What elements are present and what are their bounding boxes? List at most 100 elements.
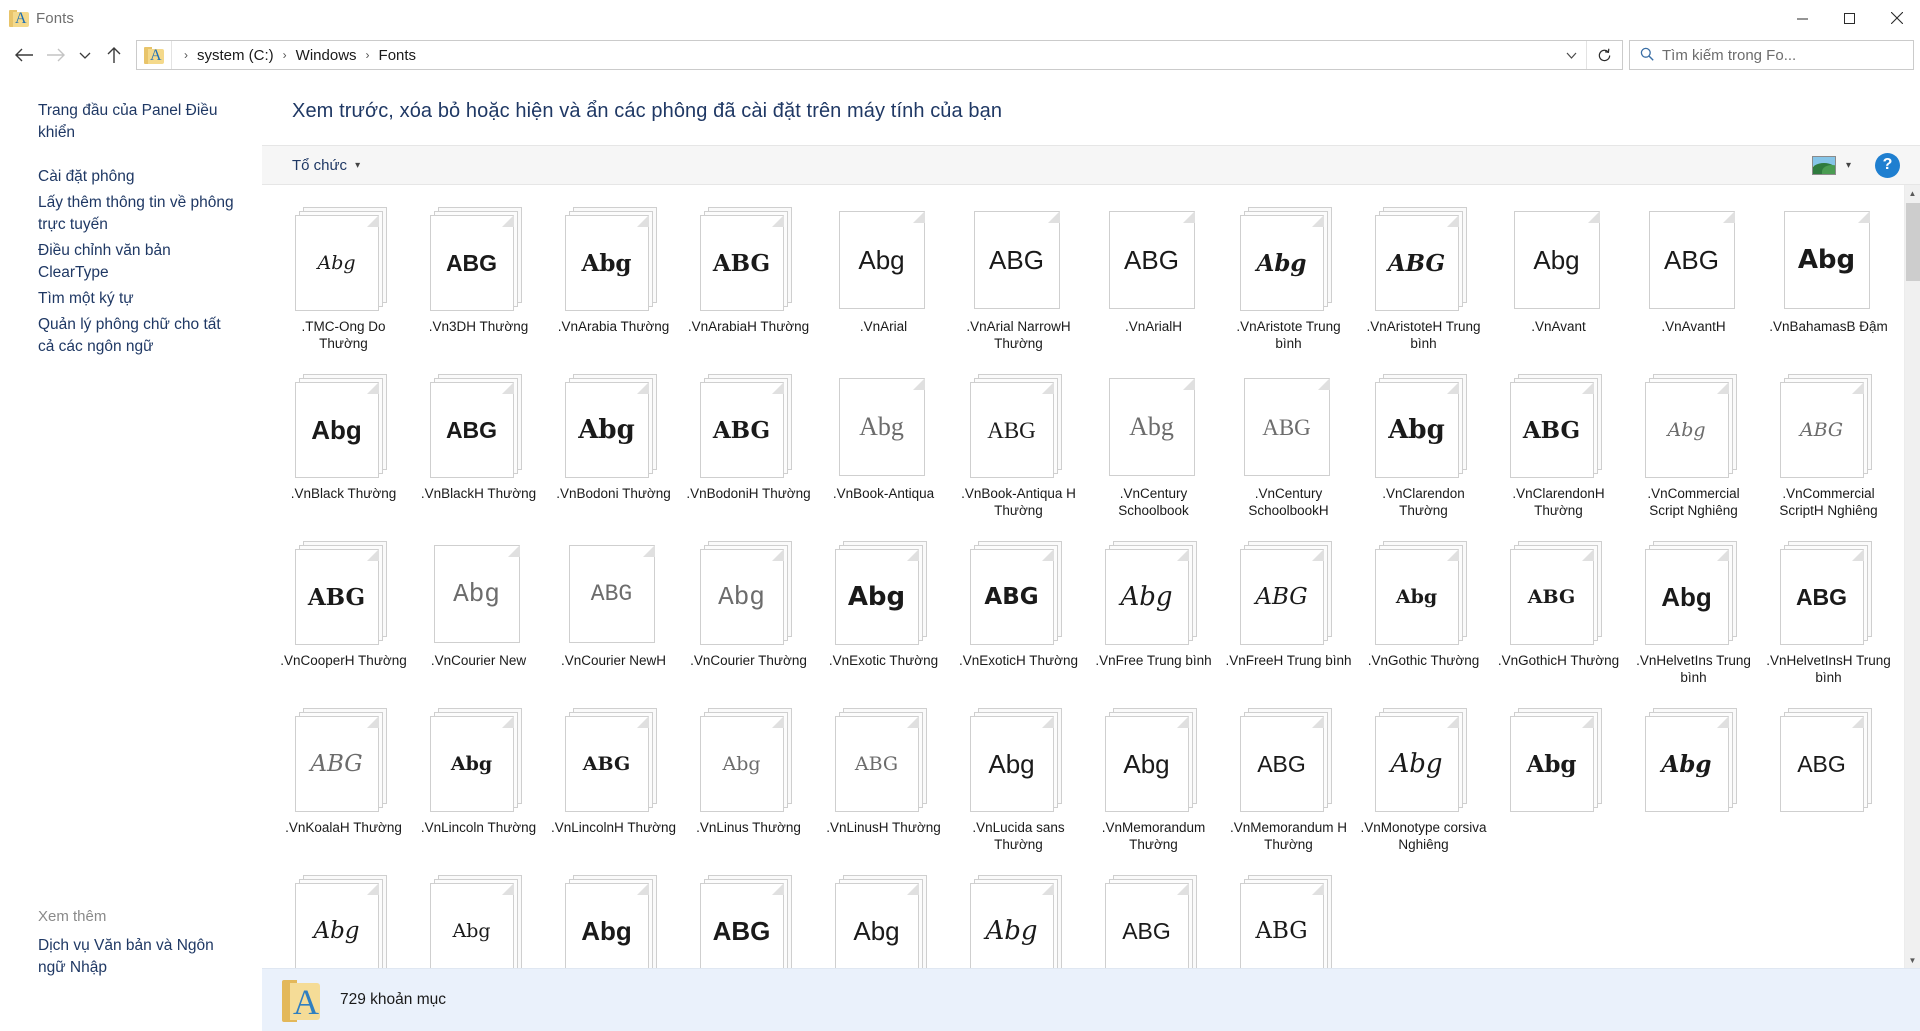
font-tile[interactable]: Abg .VnAvant (1491, 203, 1626, 370)
font-tile[interactable]: Abg .VnCourier Thường (681, 537, 816, 704)
recent-locations-button[interactable] (72, 39, 98, 71)
font-tile[interactable]: Abg .VnBlack Thường (276, 370, 411, 537)
forward-button[interactable] (40, 39, 72, 71)
sidebar-item-adjust-cleartype-text[interactable]: Điều chỉnh văn bản ClearType (0, 238, 250, 286)
font-preview-page-front: Abg (564, 883, 649, 968)
scroll-down-arrow[interactable]: ▼ (1905, 952, 1920, 968)
scroll-up-arrow[interactable]: ▲ (1905, 185, 1920, 201)
font-tile[interactable]: ABG (1761, 704, 1896, 871)
font-tile[interactable]: ABG .VnBook-Antiqua H Thường (951, 370, 1086, 537)
minimize-button[interactable] (1779, 0, 1826, 36)
sidebar-item-manage-fonts-all-languages[interactable]: Quản lý phông chữ cho tất cả các ngôn ng… (0, 312, 250, 360)
font-tile[interactable]: Abg .VnArabia Thường (546, 203, 681, 370)
font-preview-page-front: ABG (1374, 215, 1459, 311)
back-button[interactable] (8, 39, 40, 71)
breadcrumb-item-2[interactable]: Fonts (374, 45, 422, 66)
font-tile[interactable]: Abg .VnHelvetIns Trung bình (1626, 537, 1761, 704)
address-bar[interactable]: A › system (C:) › Windows › Fonts (136, 40, 1623, 70)
font-tile[interactable]: Abg .VnGothic Thường (1356, 537, 1491, 704)
up-button[interactable] (98, 39, 130, 71)
search-box[interactable]: Tìm kiếm trong Fo... (1629, 40, 1914, 70)
font-tile[interactable]: ABG .VnClarendonH Thường (1491, 370, 1626, 537)
font-tile[interactable]: Abg .VnCourier New (411, 537, 546, 704)
refresh-button[interactable] (1586, 41, 1622, 69)
font-tile[interactable]: Abg .VnFree Trung bình (1086, 537, 1221, 704)
font-sample-text: Abg (1395, 585, 1438, 608)
font-tile[interactable]: ABG .VnLinusH Thường (816, 704, 951, 871)
font-tile[interactable]: Abg .VnArial (816, 203, 951, 370)
scrollbar-thumb[interactable] (1906, 203, 1920, 281)
font-tile[interactable]: Abg (951, 871, 1086, 968)
font-tile[interactable]: ABG (1221, 871, 1356, 968)
vertical-scrollbar[interactable]: ▲ ▼ (1904, 185, 1920, 968)
font-tile[interactable]: Abg .VnLincoln Thường (411, 704, 546, 871)
breadcrumb-item-0[interactable]: system (C:) (192, 45, 279, 66)
sidebar-item-get-more-fonts-online[interactable]: Lấy thêm thông tin về phông trực tuyến (0, 190, 250, 238)
font-tile[interactable]: ABG .VnMemorandum H Thường (1221, 704, 1356, 871)
font-tile[interactable]: Abg .VnExotic Thường (816, 537, 951, 704)
font-tile[interactable]: ABG .VnArabiaH Thường (681, 203, 816, 370)
font-preview: ABG (429, 207, 528, 311)
help-button[interactable]: ? (1875, 152, 1900, 178)
font-tile[interactable]: Abg .VnLucida sans Thường (951, 704, 1086, 871)
font-tile[interactable]: ABG .VnArialH (1086, 203, 1221, 370)
font-tile[interactable]: ABG (1086, 871, 1221, 968)
sidebar-item-font-settings[interactable]: Cài đặt phông (0, 164, 250, 190)
font-tile[interactable]: ABG .VnCentury SchoolbookH (1221, 370, 1356, 537)
search-input[interactable]: Tìm kiếm trong Fo... (1662, 47, 1796, 64)
sidebar: Trang đầu của Panel Điều khiển Cài đặt p… (0, 74, 262, 1031)
font-tile[interactable]: Abg .VnCentury Schoolbook (1086, 370, 1221, 537)
font-tile[interactable]: Abg .VnClarendon Thường (1356, 370, 1491, 537)
font-tile[interactable]: Abg .VnMemorandum Thường (1086, 704, 1221, 871)
sidebar-item-text-services-input-languages[interactable]: Dịch vụ Văn bản và Ngôn ngữ Nhập (0, 933, 250, 981)
font-tile[interactable]: ABG .VnFreeH Trung bình (1221, 537, 1356, 704)
font-tile[interactable]: ABG .Vn3DH Thường (411, 203, 546, 370)
font-tile[interactable]: Abg .VnCommercial Script Nghiêng (1626, 370, 1761, 537)
font-tile[interactable]: Abg (546, 871, 681, 968)
font-preview-page-front: ABG (1239, 549, 1324, 645)
font-tile[interactable]: ABG .VnKoalaH Thường (276, 704, 411, 871)
view-layout-icon[interactable] (1811, 155, 1836, 175)
font-tile[interactable]: ABG .VnLincolnH Thường (546, 704, 681, 871)
breadcrumb-separator-2[interactable]: › (364, 48, 372, 62)
breadcrumb-separator-1[interactable]: › (281, 48, 289, 62)
organize-button[interactable]: Tổ chức ▾ (284, 153, 368, 178)
font-tile[interactable]: ABG .VnCooperH Thường (276, 537, 411, 704)
font-tile[interactable]: Abg (276, 871, 411, 968)
font-tile[interactable]: ABG .VnCommercial ScriptH Nghiêng (1761, 370, 1896, 537)
font-tile-label: .VnArial (859, 319, 908, 334)
font-tile[interactable]: ABG .VnHelvetInsH Trung bình (1761, 537, 1896, 704)
font-tile[interactable]: Abg .VnLinus Thường (681, 704, 816, 871)
font-sample-text: Abg (1661, 582, 1712, 612)
font-tile[interactable]: Abg .TMC-Ong Do Thường (276, 203, 411, 370)
font-tile[interactable]: ABG .VnArial NarrowH Thường (951, 203, 1086, 370)
font-tile[interactable]: Abg (1491, 704, 1626, 871)
view-chevron-down-icon[interactable]: ▾ (1846, 160, 1851, 171)
address-dropdown-icon[interactable] (1558, 41, 1584, 69)
breadcrumb-item-1[interactable]: Windows (291, 45, 362, 66)
font-tile[interactable]: Abg .VnMonotype corsiva Nghiêng (1356, 704, 1491, 871)
font-tile[interactable]: ABG .VnCourier NewH (546, 537, 681, 704)
font-tile[interactable]: Abg (816, 871, 951, 968)
font-tile[interactable]: Abg .VnBahamasB Đậm (1761, 203, 1896, 370)
maximize-button[interactable] (1826, 0, 1873, 36)
font-tile-label: .VnFree Trung bình (1095, 653, 1212, 668)
font-tile[interactable]: ABG .VnAristoteH Trung bình (1356, 203, 1491, 370)
sidebar-item-control-panel-home[interactable]: Trang đầu của Panel Điều khiển (0, 98, 250, 146)
font-sample-text: ABG (712, 916, 771, 946)
close-button[interactable] (1873, 0, 1920, 36)
font-tile[interactable]: ABG (681, 871, 816, 968)
font-tile[interactable]: Abg (1626, 704, 1761, 871)
font-tile[interactable]: Abg .VnBook-Antiqua (816, 370, 951, 537)
sidebar-item-find-a-character[interactable]: Tìm một ký tự (0, 286, 250, 312)
font-tile[interactable]: ABG .VnBlackH Thường (411, 370, 546, 537)
font-tile[interactable]: ABG .VnGothicH Thường (1491, 537, 1626, 704)
font-tile[interactable]: Abg (411, 871, 546, 968)
font-tile[interactable]: ABG .VnBodoniH Thường (681, 370, 816, 537)
font-tile[interactable]: ABG .VnAvantH (1626, 203, 1761, 370)
font-tile[interactable]: Abg .VnAristote Trung bình (1221, 203, 1356, 370)
font-tile[interactable]: Abg .VnBodoni Thường (546, 370, 681, 537)
font-preview-page-front: ABG (1239, 716, 1324, 812)
font-tile[interactable]: ABG .VnExoticH Thường (951, 537, 1086, 704)
font-sample-text: ABG (582, 752, 631, 775)
